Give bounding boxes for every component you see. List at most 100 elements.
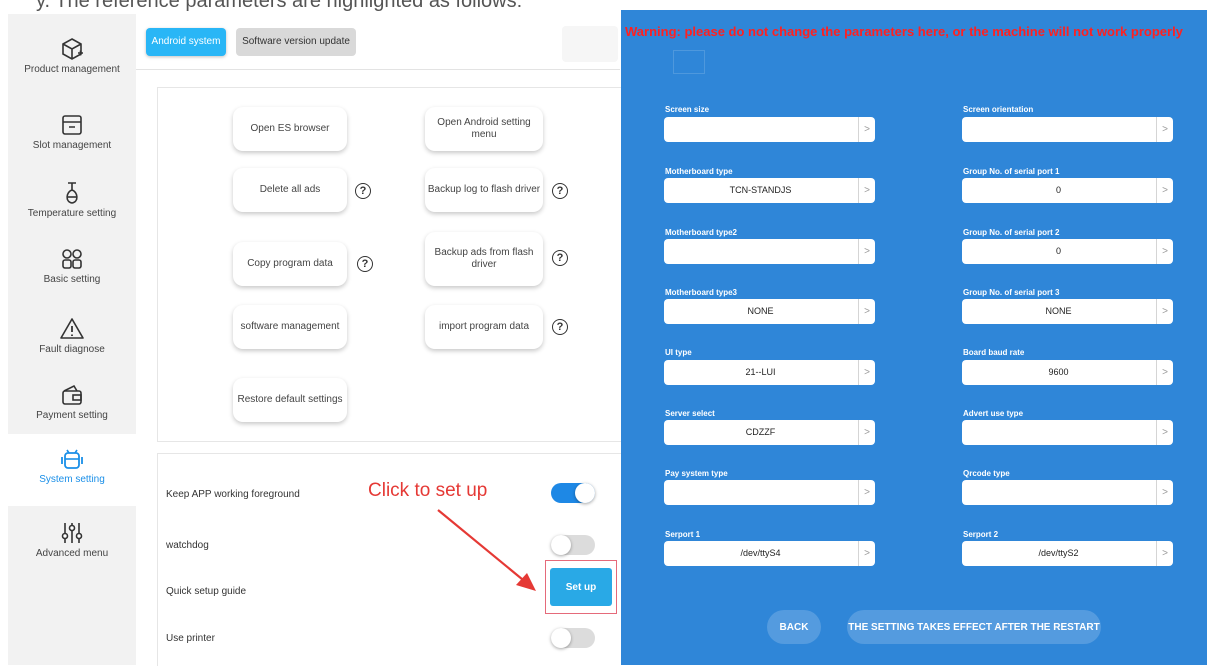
qrcode-type-label: Qrcode type (963, 469, 1010, 478)
screen-orientation-select[interactable]: > (962, 117, 1173, 142)
group-port2-label: Group No. of serial port 2 (963, 228, 1060, 237)
chevron-right-icon: > (858, 480, 875, 505)
sidebar-item-payment-setting[interactable]: Payment setting (8, 370, 136, 436)
tab-software-version-update[interactable]: Software version update (236, 28, 356, 56)
ui-type-select[interactable]: 21--LUI > (664, 360, 875, 385)
chevron-right-icon: > (1156, 360, 1173, 385)
annotation-click-to-set-up: Click to set up (368, 480, 488, 501)
sidebar-item-slot-management[interactable]: Slot management (8, 100, 136, 166)
use-printer-toggle[interactable] (551, 628, 595, 648)
keep-app-toggle[interactable] (551, 483, 595, 503)
android-icon (61, 449, 83, 469)
restart-notice-button[interactable]: THE SETTING TAKES EFFECT AFTER THE RESTA… (847, 610, 1101, 644)
chevron-right-icon: > (1156, 480, 1173, 505)
sidebar-item-product-management[interactable]: Product management (8, 24, 136, 90)
drawer-icon (62, 115, 82, 135)
chevron-right-icon: > (1156, 541, 1173, 566)
operations-card (157, 87, 621, 442)
sidebar-item-label: Temperature setting (27, 208, 117, 219)
keep-app-label: Keep APP working foreground (166, 489, 300, 500)
backup-log-help-icon[interactable]: ? (552, 183, 568, 199)
open-android-setting-button[interactable]: Open Android setting menu (425, 107, 543, 151)
server-select-label: Server select (665, 409, 715, 418)
advert-type-label: Advert use type (963, 409, 1024, 418)
restore-default-settings-button[interactable]: Restore default settings (233, 378, 347, 422)
chevron-right-icon: > (1156, 420, 1173, 445)
backup-ads-button[interactable]: Backup ads from flash driver (425, 232, 543, 286)
delete-all-ads-button[interactable]: Delete all ads (233, 168, 347, 212)
tab-android-system[interactable]: Android system (146, 28, 226, 56)
sidebar-item-label: Basic setting (43, 274, 101, 285)
group-port1-label: Group No. of serial port 1 (963, 167, 1060, 176)
chevron-right-icon: > (858, 541, 875, 566)
chevron-right-icon: > (858, 360, 875, 385)
chevron-right-icon: > (858, 299, 875, 324)
open-es-browser-button[interactable]: Open ES browser (233, 107, 347, 151)
grid-icon (62, 249, 82, 269)
server-select-select[interactable]: CDZZF > (664, 420, 875, 445)
motherboard-type2-label: Motherboard type2 (665, 228, 738, 237)
chevron-right-icon: > (1156, 117, 1173, 142)
motherboard-type2-select[interactable]: > (664, 239, 875, 264)
qrcode-type-select[interactable]: > (962, 480, 1173, 505)
backup-ads-help-icon[interactable]: ? (552, 250, 568, 266)
screen-size-select[interactable]: > (664, 117, 875, 142)
group-port1-select[interactable]: 0 > (962, 178, 1173, 203)
chevron-right-icon: > (1156, 178, 1173, 203)
motherboard-type-select[interactable]: TCN-STANDJS > (664, 178, 875, 203)
copy-program-help-icon[interactable]: ? (357, 256, 373, 272)
sidebar-item-label: Advanced menu (35, 548, 109, 559)
wallet-icon (62, 384, 82, 405)
setup-highlight-box: Set up (545, 560, 617, 614)
chevron-right-icon: > (1156, 299, 1173, 324)
back-button[interactable]: BACK (767, 610, 821, 644)
parameter-panel: Warning: please do not change the parame… (621, 10, 1207, 665)
set-up-button[interactable]: Set up (550, 568, 612, 606)
chevron-right-icon: > (858, 239, 875, 264)
screen-size-label: Screen size (665, 105, 710, 114)
import-program-data-button[interactable]: import program data (425, 305, 543, 349)
group-port3-select[interactable]: NONE > (962, 299, 1173, 324)
top-strip: y. The reference parameters are highligh… (0, 0, 640, 12)
pay-system-label: Pay system type (665, 469, 728, 478)
ui-type-label: UI type (665, 348, 692, 357)
copy-program-data-button[interactable]: Copy program data (233, 242, 347, 286)
group-port3-label: Group No. of serial port 3 (963, 288, 1060, 297)
toggle-knob (575, 483, 595, 503)
sidebar-item-temperature-setting[interactable]: Temperature setting (8, 168, 136, 234)
thermometer-icon (66, 182, 78, 204)
baud-rate-label: Board baud rate (963, 348, 1025, 357)
serport2-label: Serport 2 (963, 530, 999, 539)
motherboard-type3-select[interactable]: NONE > (664, 299, 875, 324)
advert-type-select[interactable]: > (962, 420, 1173, 445)
watchdog-toggle[interactable] (551, 535, 595, 555)
sidebar-item-fault-diagnose[interactable]: Fault diagnose (8, 304, 136, 370)
sidebar: Product management Slot management Tempe… (8, 14, 136, 665)
import-program-help-icon[interactable]: ? (552, 319, 568, 335)
tabs-bar: Android system Software version update (136, 14, 620, 70)
serport1-label: Serport 1 (665, 530, 701, 539)
use-printer-label: Use printer (166, 633, 215, 644)
screen-orientation-label: Screen orientation (963, 105, 1034, 114)
baud-rate-select[interactable]: 9600 > (962, 360, 1173, 385)
delete-ads-help-icon[interactable]: ? (355, 183, 371, 199)
motherboard-type3-label: Motherboard type3 (665, 288, 738, 297)
group-port2-select[interactable]: 0 > (962, 239, 1173, 264)
serport1-select[interactable]: /dev/ttyS4 > (664, 541, 875, 566)
warning-icon (60, 318, 84, 339)
backup-log-button[interactable]: Backup log to flash driver (425, 168, 543, 212)
software-management-button[interactable]: software management (233, 305, 347, 349)
sidebar-item-basic-setting[interactable]: Basic setting (8, 234, 136, 300)
sidebar-item-label: System setting (39, 474, 105, 485)
pay-system-select[interactable]: > (664, 480, 875, 505)
serport2-select[interactable]: /dev/ttyS2 > (962, 541, 1173, 566)
chevron-right-icon: > (858, 178, 875, 203)
toggle-knob (551, 628, 571, 648)
warning-message: Warning: please do not change the parame… (625, 24, 1183, 39)
page-header-text: y. The reference parameters are highligh… (36, 0, 523, 12)
sidebar-item-system-setting[interactable]: System setting (8, 434, 136, 506)
toggle-knob (551, 535, 571, 555)
tabs-right-box (562, 26, 618, 62)
sidebar-item-advanced-menu[interactable]: Advanced menu (8, 508, 136, 574)
motherboard-type-label: Motherboard type (665, 167, 733, 176)
